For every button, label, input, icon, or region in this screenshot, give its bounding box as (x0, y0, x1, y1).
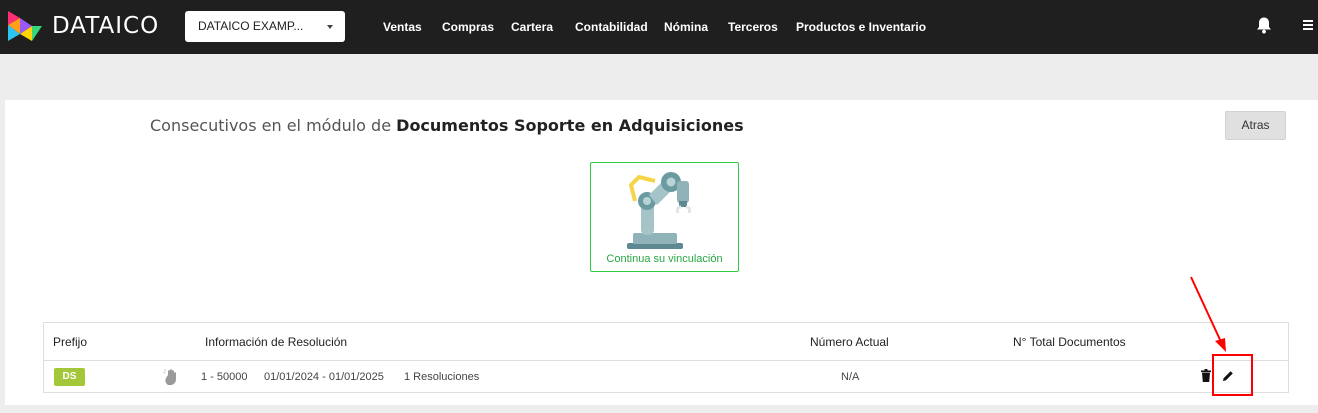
hand-icon[interactable] (163, 368, 179, 386)
header-current-number: Número Actual (810, 335, 889, 349)
continue-linking-button[interactable]: Continua su vinculación (590, 162, 739, 272)
page-title: Consecutivos en el módulo de Documentos … (150, 115, 744, 137)
trash-icon[interactable] (1201, 369, 1211, 382)
consecutives-table: Prefijo Información de Resolución Número… (43, 322, 1289, 396)
brand-name[interactable]: DATAICO (52, 12, 159, 40)
resolution-count-link[interactable]: 1 Resoluciones (404, 371, 479, 384)
header-resolution-info: Información de Resolución (205, 335, 348, 349)
nav-item-contabilidad[interactable]: Contabilidad (575, 20, 648, 34)
nav-item-compras[interactable]: Compras (442, 20, 494, 34)
dataico-logo-icon[interactable] (6, 9, 42, 43)
table-header: Prefijo Información de Resolución Número… (44, 323, 1288, 361)
nav-item-nomina[interactable]: Nómina (664, 20, 708, 34)
caret-down-icon (327, 25, 333, 29)
prefix-badge: DS (54, 368, 85, 386)
company-select-value: DATAICO EXAMP... (198, 19, 304, 33)
resolution-range: 1 - 50000 (201, 371, 248, 383)
top-navbar: DATAICO DATAICO EXAMP... Ventas Compras … (0, 0, 1318, 54)
continue-linking-label: Continua su vinculación (606, 253, 723, 265)
table-row: DS 1 - 50000 01/01/2024 - 01/01/2025 1 R… (44, 354, 1288, 396)
page-title-prefix: Consecutivos en el módulo de (150, 116, 392, 135)
header-total-documents: N° Total Documentos (1013, 335, 1126, 349)
annotation-highlight-box (1212, 354, 1253, 396)
current-number-value: N/A (841, 371, 860, 383)
resolution-dates: 01/01/2024 - 01/01/2025 (264, 371, 384, 383)
nav-item-productos-inventario[interactable]: Productos e Inventario (796, 20, 926, 34)
back-button[interactable]: Atras (1225, 111, 1286, 140)
nav-item-ventas[interactable]: Ventas (383, 20, 422, 34)
bell-icon[interactable] (1255, 16, 1273, 34)
nav-item-cartera[interactable]: Cartera (511, 20, 553, 34)
company-select[interactable]: DATAICO EXAMP... (185, 11, 345, 42)
menu-icon[interactable] (1303, 19, 1313, 31)
nav-item-terceros[interactable]: Terceros (728, 20, 778, 34)
robot-arm-icon (627, 172, 692, 249)
content-card: Consecutivos en el módulo de Documentos … (5, 100, 1318, 405)
header-prefix: Prefijo (53, 335, 88, 349)
page-title-module: Documentos Soporte en Adquisiciones (396, 116, 744, 135)
